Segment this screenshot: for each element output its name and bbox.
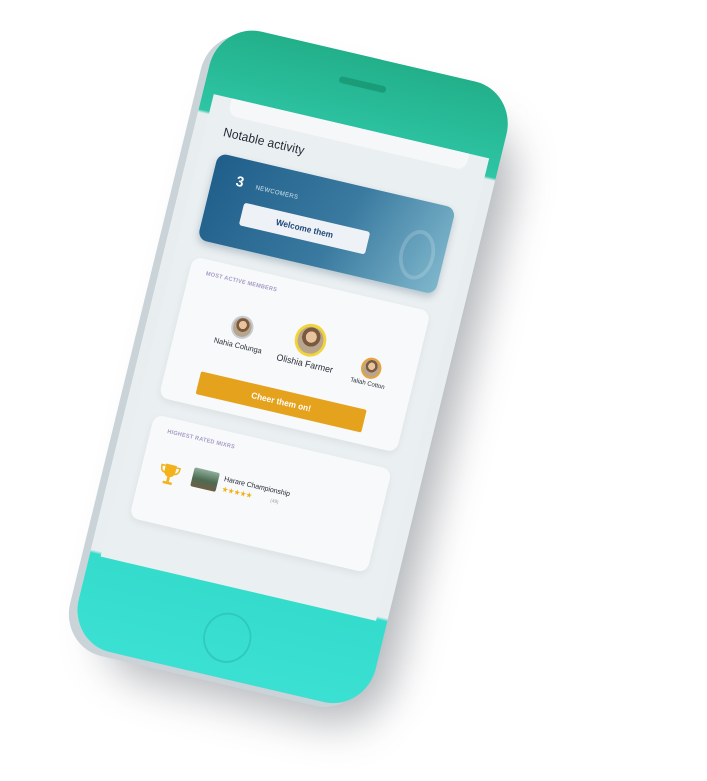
member-nahia[interactable]: Nahia Colunga	[210, 310, 272, 357]
most-active-card: MOST ACTIVE MEMBERS Nahia Colunga Olishi…	[158, 256, 431, 453]
highest-rated-caption: HIGHEST RATED MIXRS	[166, 429, 236, 451]
newcomers-count: 3	[234, 173, 246, 192]
phone-mockup: Notable activity 3 NEWCOMERS Welcome the…	[68, 22, 526, 735]
rating-count: (49)	[269, 497, 280, 506]
member-name: Olishia Farmer	[275, 352, 334, 376]
decorative-shape	[393, 226, 441, 284]
avatar[interactable]	[291, 320, 330, 360]
newcomers-label: NEWCOMERS	[254, 184, 299, 202]
speaker-grille	[338, 75, 387, 94]
trophy-icon	[160, 463, 182, 486]
avatar[interactable]	[358, 355, 384, 381]
app-screen: Notable activity 3 NEWCOMERS Welcome the…	[100, 94, 490, 621]
member-name: Nahia Colunga	[212, 335, 263, 356]
home-button[interactable]	[197, 607, 257, 668]
member-olishia[interactable]: Olishia Farmer	[272, 317, 346, 377]
most-active-caption: MOST ACTIVE MEMBERS	[205, 271, 278, 294]
mixr-thumbnail[interactable]	[190, 467, 220, 492]
welcome-them-button[interactable]: Welcome them	[238, 202, 371, 255]
member-taliah[interactable]: Taliah Cotton	[339, 352, 400, 395]
avatar[interactable]	[228, 313, 256, 342]
previous-card	[227, 94, 474, 171]
mockup-stage: Notable activity 3 NEWCOMERS Welcome the…	[0, 0, 707, 781]
